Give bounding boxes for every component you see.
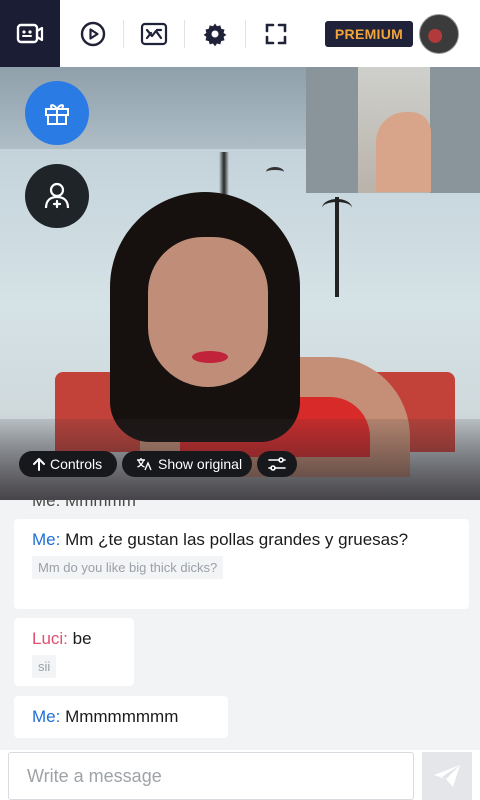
chat-sender: Luci: <box>32 629 68 648</box>
video-person-face <box>148 237 268 387</box>
send-button[interactable] <box>422 752 472 800</box>
chat-message-text: Mm ¿te gustan las pollas grandes y grues… <box>65 530 409 549</box>
gift-icon <box>45 104 69 125</box>
gift-button[interactable] <box>25 81 89 145</box>
chat-message: Me: Mm ¿te gustan las pollas grandes y g… <box>14 519 469 609</box>
top-toolbar: PREMIUM <box>0 0 480 67</box>
chat-sender: Me: <box>32 530 61 549</box>
controls-label: Controls <box>50 456 103 472</box>
wall-decoration-bird <box>266 167 284 177</box>
add-user-icon <box>44 182 70 209</box>
chat-message-text: be <box>72 629 92 648</box>
arrow-up-icon <box>33 458 45 471</box>
video-person-lips <box>192 351 228 363</box>
chat-message: Me: Mmmmmmmm <box>14 696 228 738</box>
message-composer <box>0 750 480 800</box>
self-preview-subject <box>376 112 431 192</box>
fullscreen-icon <box>265 23 286 44</box>
chat-message: Luci: be sii <box>14 618 134 686</box>
shuffle-icon <box>140 22 167 45</box>
play-icon <box>80 21 105 46</box>
chat-message-body: Luci: be <box>32 628 116 649</box>
chat-partial-message: Me: Mmmmm <box>32 500 136 510</box>
chat-sender: Me: <box>32 707 61 726</box>
play-button[interactable] <box>65 0 120 67</box>
add-user-button[interactable] <box>25 164 89 228</box>
gear-icon <box>203 23 226 46</box>
filters-button[interactable] <box>257 451 297 477</box>
send-icon <box>434 765 460 787</box>
video-chat-tab[interactable] <box>0 0 60 67</box>
controls-button[interactable]: Controls <box>19 451 117 477</box>
show-original-label: Show original <box>158 456 243 472</box>
chat-translation: Mm do you like big thick dicks? <box>32 556 224 579</box>
chat-message-body: Me: Mmmmmmmm <box>32 706 210 727</box>
settings-button[interactable] <box>187 0 242 67</box>
premium-button[interactable]: PREMIUM <box>325 21 413 47</box>
fullscreen-button[interactable] <box>248 0 303 67</box>
video-stream: Controls Show original <box>0 67 480 500</box>
self-preview[interactable] <box>306 67 480 193</box>
message-input[interactable] <box>8 752 414 800</box>
camera-chat-icon <box>16 23 44 43</box>
chat-message-text: Mmmmmmmm <box>65 707 179 726</box>
chat-log[interactable]: Me: Mmmmm Me: Mm ¿te gustan las pollas g… <box>0 500 480 750</box>
chat-translation: sii <box>32 655 57 678</box>
show-original-button[interactable]: Show original <box>122 451 252 477</box>
chat-message-body: Me: Mm ¿te gustan las pollas grandes y g… <box>32 529 451 550</box>
translate-icon <box>137 458 152 471</box>
random-button[interactable] <box>126 0 181 67</box>
avatar[interactable] <box>419 14 459 54</box>
wall-lamp-post <box>335 197 339 297</box>
sliders-icon <box>268 457 286 471</box>
